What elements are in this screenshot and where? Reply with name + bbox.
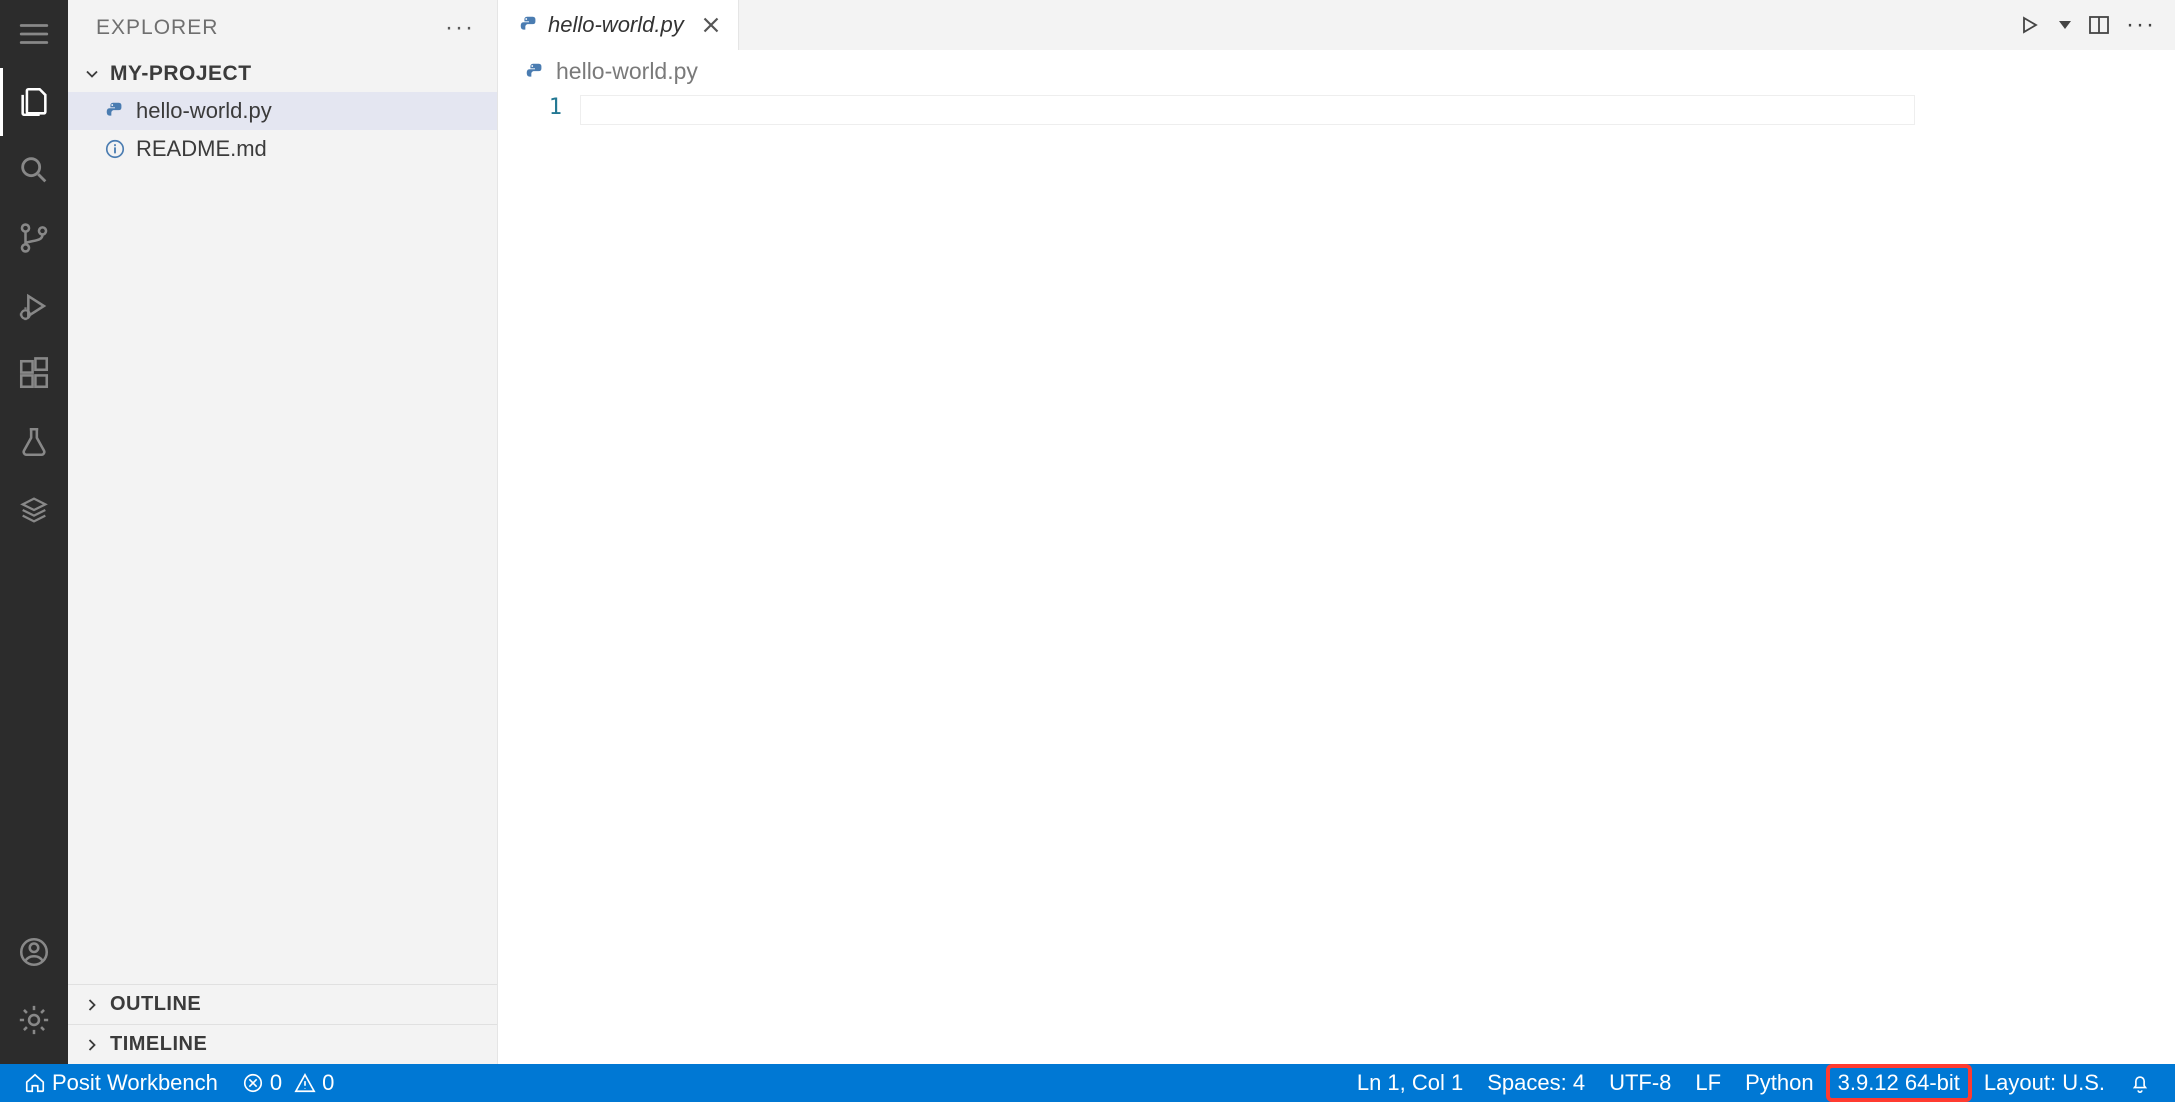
explorer-more-button[interactable]: ··· xyxy=(445,14,475,42)
status-errors-count: 0 xyxy=(270,1070,282,1096)
git-branch-icon xyxy=(17,221,51,255)
python-icon xyxy=(104,100,126,122)
chevron-right-icon xyxy=(82,995,102,1015)
status-problems[interactable]: 0 0 xyxy=(230,1064,347,1102)
breadcrumb[interactable]: hello-world.py xyxy=(498,50,2175,93)
tab-close-button[interactable] xyxy=(698,12,724,38)
activity-extensions[interactable] xyxy=(0,340,68,408)
project-folder[interactable]: MY-PROJECT xyxy=(68,56,497,92)
search-icon xyxy=(17,153,51,187)
activity-accounts[interactable] xyxy=(0,918,68,986)
status-language[interactable]: Python xyxy=(1733,1064,1826,1102)
bell-icon xyxy=(2129,1072,2151,1094)
status-layout[interactable]: Layout: U.S. xyxy=(1972,1064,2117,1102)
tab-hello-world[interactable]: hello-world.py xyxy=(498,0,739,50)
gear-icon xyxy=(17,1003,51,1037)
activity-workbench[interactable] xyxy=(0,476,68,544)
project-folder-label: MY-PROJECT xyxy=(110,62,252,86)
editor-area: hello-world.py ··· hello-world.py 1 xyxy=(498,0,2175,1064)
file-name: README.md xyxy=(136,136,267,162)
timeline-panel[interactable]: TIMELINE xyxy=(68,1024,497,1064)
info-icon xyxy=(104,138,126,160)
tab-label: hello-world.py xyxy=(548,12,684,38)
current-line-highlight xyxy=(580,95,1915,125)
status-indentation[interactable]: Spaces: 4 xyxy=(1475,1064,1597,1102)
status-notifications[interactable] xyxy=(2117,1064,2163,1102)
editor-more-button[interactable]: ··· xyxy=(2127,11,2155,39)
file-row-readme[interactable]: README.md xyxy=(68,130,497,168)
status-workbench-label: Posit Workbench xyxy=(52,1070,218,1096)
file-row-hello-world[interactable]: hello-world.py xyxy=(68,92,497,130)
outline-panel[interactable]: OUTLINE xyxy=(68,984,497,1024)
status-encoding[interactable]: UTF-8 xyxy=(1597,1064,1683,1102)
tab-bar: hello-world.py ··· xyxy=(498,0,2175,50)
activity-source-control[interactable] xyxy=(0,204,68,272)
activity-search[interactable] xyxy=(0,136,68,204)
split-icon xyxy=(2087,13,2111,37)
extensions-icon xyxy=(17,357,51,391)
status-interpreter[interactable]: 3.9.12 64-bit xyxy=(1826,1064,1972,1102)
gutter: 1 xyxy=(498,93,580,1064)
breadcrumb-label: hello-world.py xyxy=(556,58,698,85)
error-icon xyxy=(242,1072,264,1094)
close-icon xyxy=(698,12,724,38)
menu-icon xyxy=(17,17,51,51)
line-number: 1 xyxy=(498,95,562,120)
activity-bar xyxy=(0,0,68,1064)
split-editor-button[interactable] xyxy=(2085,11,2113,39)
python-icon xyxy=(524,61,546,83)
activity-settings[interactable] xyxy=(0,986,68,1054)
code-editor[interactable]: 1 xyxy=(498,93,2175,1064)
play-icon xyxy=(2017,13,2041,37)
python-icon xyxy=(518,14,540,36)
activity-testing[interactable] xyxy=(0,408,68,476)
activity-run-debug[interactable] xyxy=(0,272,68,340)
chevron-right-icon xyxy=(82,1035,102,1055)
status-cursor[interactable]: Ln 1, Col 1 xyxy=(1345,1064,1475,1102)
run-dropdown[interactable] xyxy=(2057,11,2071,39)
chevron-down-icon xyxy=(82,64,102,84)
account-icon xyxy=(17,935,51,969)
code-body[interactable] xyxy=(580,93,2175,1064)
layers-icon xyxy=(17,493,51,527)
files-icon xyxy=(17,85,51,119)
explorer-title: EXPLORER xyxy=(96,16,218,40)
run-button[interactable] xyxy=(2015,11,2043,39)
menu-button[interactable] xyxy=(0,0,68,68)
warning-icon xyxy=(294,1072,316,1094)
explorer-sidebar: EXPLORER ··· MY-PROJECT hello-world.py R… xyxy=(68,0,498,1064)
file-name: hello-world.py xyxy=(136,98,272,124)
flask-icon xyxy=(17,425,51,459)
tab-actions: ··· xyxy=(2015,0,2175,50)
status-bar: Posit Workbench 0 0 Ln 1, Col 1 Spaces: … xyxy=(0,1064,2175,1102)
status-workbench[interactable]: Posit Workbench xyxy=(12,1064,230,1102)
activity-explorer[interactable] xyxy=(0,68,68,136)
timeline-label: TIMELINE xyxy=(110,1033,207,1056)
outline-label: OUTLINE xyxy=(110,993,201,1016)
status-eol[interactable]: LF xyxy=(1683,1064,1733,1102)
status-warnings-count: 0 xyxy=(322,1070,334,1096)
home-icon xyxy=(24,1072,46,1094)
play-debug-icon xyxy=(17,289,51,323)
